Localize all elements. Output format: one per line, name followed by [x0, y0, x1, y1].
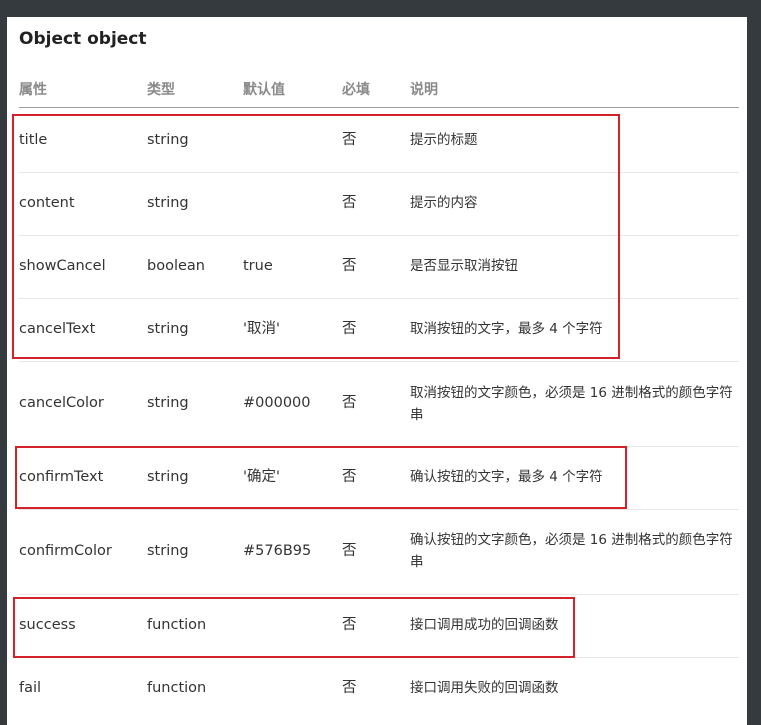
header-divider [19, 107, 739, 108]
row-divider [19, 361, 739, 362]
highlight-box-confirmtext [15, 446, 627, 509]
col-header-property: 属性 [19, 82, 47, 98]
col-header-type: 类型 [147, 82, 175, 98]
cell-required: 否 [342, 395, 357, 411]
cell-name: confirmColor [19, 543, 112, 559]
cell-type: string [147, 395, 189, 411]
cell-required: 否 [342, 680, 357, 696]
col-header-description: 说明 [410, 82, 438, 98]
cell-name: fail [19, 680, 42, 696]
cell-type: string [147, 543, 189, 559]
cell-description: 取消按钮的文字颜色，必须是 16 进制格式的颜色字符串 [410, 385, 733, 423]
cell-description: 接口调用失败的回调函数 [410, 680, 559, 696]
col-header-required: 必填 [342, 82, 370, 98]
row-divider [19, 594, 739, 595]
section-title: Object object [19, 29, 147, 49]
col-header-default: 默认值 [243, 82, 285, 98]
cell-description: 确认按钮的文字颜色，必须是 16 进制格式的颜色字符串 [410, 532, 733, 570]
cell-default: #000000 [243, 395, 311, 411]
highlight-box-success [13, 597, 575, 658]
cell-type: function [147, 680, 207, 696]
cell-name: cancelColor [19, 395, 104, 411]
cell-default: #576B95 [243, 543, 312, 559]
doc-panel: Object object 属性 类型 默认值 必填 说明 title stri… [7, 17, 747, 725]
cell-required: 否 [342, 543, 357, 559]
row-divider [19, 509, 739, 510]
highlight-box-title-to-canceltext [12, 114, 620, 359]
